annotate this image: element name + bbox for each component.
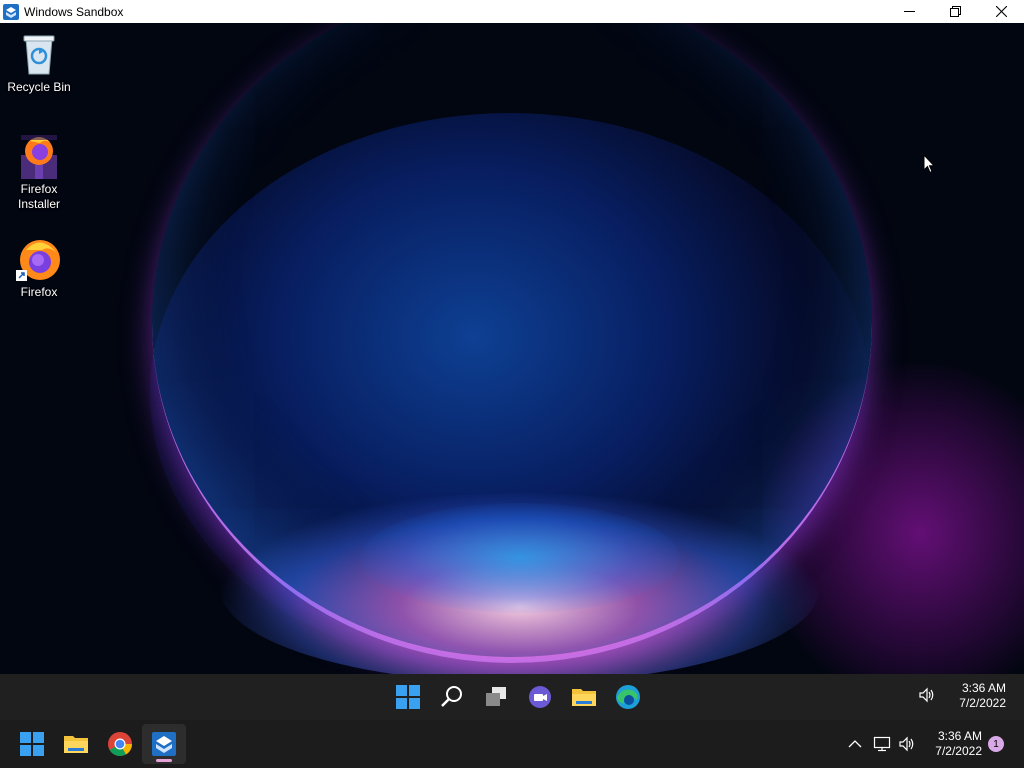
sandbox-file-explorer-button[interactable] bbox=[562, 679, 606, 715]
host-file-explorer-button[interactable] bbox=[54, 724, 98, 764]
firefox-installer-icon bbox=[21, 135, 57, 179]
host-start-button[interactable] bbox=[10, 724, 54, 764]
sandbox-task-view-button[interactable] bbox=[474, 679, 518, 715]
sandbox-volume-icon[interactable] bbox=[918, 686, 936, 704]
start-icon bbox=[20, 732, 44, 756]
sandbox-chat-button[interactable] bbox=[518, 679, 562, 715]
teams-chat-icon bbox=[529, 686, 551, 708]
restore-icon bbox=[949, 6, 961, 17]
windows-sandbox-icon bbox=[3, 3, 19, 20]
minimize-button[interactable] bbox=[886, 0, 932, 23]
host-clock[interactable]: 3:36 AM 7/2/2022 bbox=[920, 729, 982, 759]
task-view-icon bbox=[486, 687, 506, 706]
sandbox-edge-button[interactable] bbox=[606, 679, 650, 715]
sandbox-clock-date: 7/2/2022 bbox=[959, 696, 1006, 710]
host-chrome-button[interactable] bbox=[98, 724, 142, 764]
restore-button[interactable] bbox=[932, 0, 978, 23]
edge-icon bbox=[616, 685, 640, 709]
chrome-icon bbox=[108, 732, 132, 757]
sandbox-desktop[interactable]: Recycle Bin Firefox Installer Firefox bbox=[0, 23, 1024, 674]
close-icon bbox=[995, 6, 1007, 17]
recycle-bin-icon bbox=[23, 35, 55, 75]
sandbox-title-bar[interactable]: Windows Sandbox bbox=[0, 0, 1024, 23]
host-clock-date: 7/2/2022 bbox=[935, 744, 982, 758]
mouse-cursor-icon bbox=[923, 154, 935, 174]
minimize-icon bbox=[903, 11, 915, 12]
firefox-icon bbox=[16, 240, 60, 281]
desktop-icon-firefox[interactable]: Firefox bbox=[2, 236, 76, 300]
sandbox-clock[interactable]: 3:36 AM 7/2/2022 bbox=[944, 681, 1006, 711]
host-taskbar: 3:36 AM 7/2/2022 bbox=[0, 720, 1024, 768]
host-clock-time: 3:36 AM bbox=[937, 729, 982, 743]
desktop-icon-label: Firefox bbox=[20, 285, 58, 299]
windows-sandbox-icon bbox=[152, 732, 176, 756]
desktop-icon-firefox-installer[interactable]: Firefox Installer bbox=[2, 133, 76, 212]
file-explorer-icon bbox=[572, 689, 596, 706]
network-icon[interactable] bbox=[873, 735, 891, 753]
window-title: Windows Sandbox bbox=[24, 4, 124, 19]
wallpaper-cyan bbox=[360, 503, 680, 613]
start-icon bbox=[396, 685, 420, 709]
search-icon bbox=[441, 686, 462, 707]
host-windows-sandbox-button[interactable] bbox=[142, 724, 186, 764]
close-button[interactable] bbox=[978, 0, 1024, 23]
sandbox-taskbar: 3:36 AM 7/2/2022 bbox=[0, 674, 1024, 720]
desktop-icon-label: Recycle Bin bbox=[7, 80, 71, 94]
notification-badge[interactable]: 1 bbox=[988, 736, 1004, 752]
sandbox-search-button[interactable] bbox=[430, 679, 474, 715]
volume-icon[interactable] bbox=[898, 735, 916, 753]
sandbox-clock-time: 3:36 AM bbox=[961, 681, 1006, 695]
sandbox-start-button[interactable] bbox=[386, 679, 430, 715]
desktop-icon-recycle-bin[interactable]: Recycle Bin bbox=[2, 31, 76, 95]
file-explorer-icon bbox=[64, 736, 88, 753]
desktop-icon-label: Firefox Installer bbox=[17, 182, 61, 211]
chevron-up-icon[interactable] bbox=[846, 735, 864, 753]
